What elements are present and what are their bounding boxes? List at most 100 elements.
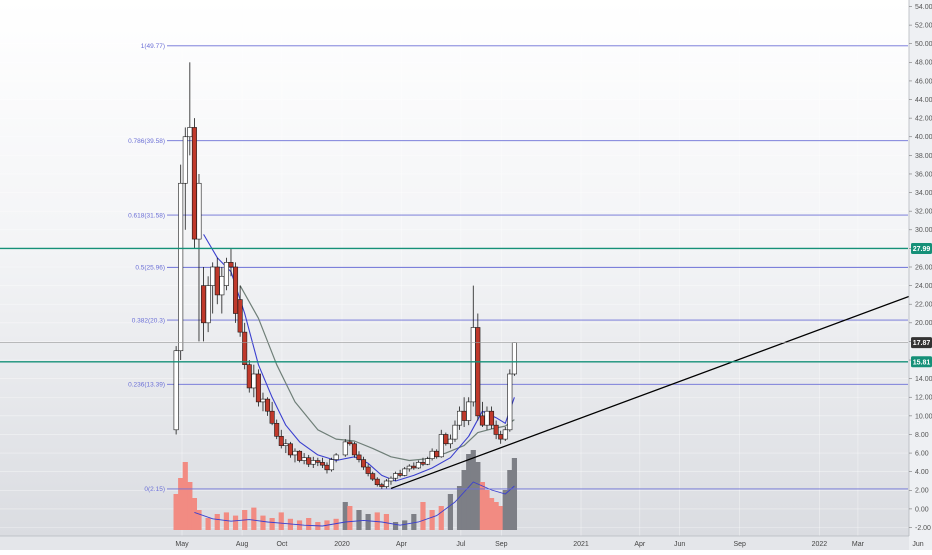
candle-body (187, 127, 193, 138)
y-tick-label: 4.00 (915, 469, 929, 476)
volume-bar (475, 462, 481, 530)
candle-body (287, 443, 293, 456)
candle-body (315, 460, 321, 463)
y-tick-label: 14.00 (915, 376, 932, 383)
candle-body (324, 464, 330, 471)
volume-bar (278, 512, 284, 530)
candle-body (219, 276, 225, 296)
fib-level-label: 0.5(25.96) (135, 265, 165, 272)
candle-body (393, 473, 399, 479)
volume-bar (205, 518, 211, 530)
volume-bar (402, 520, 408, 530)
candle-body (370, 473, 376, 480)
y-tick-label: 8.00 (915, 432, 929, 439)
y-tick-label: 30.00 (915, 227, 932, 234)
x-tick-label: Mar (852, 541, 865, 548)
y-tick-label: 10.00 (915, 413, 932, 420)
horizontal-lines[interactable]: 27.99 15.81 17.87 (0, 242, 932, 368)
candle-body (356, 454, 362, 460)
candle-body (484, 410, 490, 426)
y-tick-label: 12.00 (915, 395, 932, 402)
y-tick-label: 34.00 (915, 190, 932, 197)
candle-body (498, 434, 504, 440)
volume-bar (502, 490, 508, 530)
volume-bar (420, 502, 426, 530)
candle-body (255, 373, 261, 403)
candle-body (361, 459, 367, 468)
candle-body (411, 465, 417, 469)
candle-body (388, 477, 394, 482)
volume-bar (456, 486, 463, 530)
y-tick-label: 50.00 (915, 41, 932, 48)
volume-bar (411, 514, 417, 530)
volume-bar (214, 514, 220, 530)
volume-bar (191, 498, 198, 530)
candle-body (511, 342, 517, 375)
y-tick-label: 32.00 (915, 209, 932, 216)
y-tick-label: 46.00 (915, 78, 932, 85)
volume-bar (511, 458, 518, 530)
volume-bar (232, 515, 239, 530)
candle-body (201, 285, 207, 324)
fib-level-label: 0.236(13.39) (128, 382, 165, 389)
axes: 54.00 52.00 50.00 48.00 46.00 44.00 42.00 40.00… (0, 0, 932, 550)
y-tick-label: 20.00 (915, 320, 932, 327)
candle-body (228, 262, 234, 268)
y-tick-label: 26.00 (915, 264, 932, 271)
candle-body (429, 450, 435, 459)
price-badge-label: 27.99 (913, 246, 931, 253)
x-tick-label: Oct (276, 541, 287, 548)
candle-body (210, 266, 216, 286)
candle-body (457, 410, 463, 426)
candle-body (297, 450, 303, 461)
volume-bar (438, 506, 444, 530)
x-tick-label: Jun (912, 541, 923, 548)
volume-bar (429, 510, 435, 530)
x-tick-label: Sep (733, 541, 746, 548)
candle-body (269, 410, 275, 424)
candle-body (420, 462, 426, 465)
volume-bar (260, 515, 266, 530)
volume-bar (251, 507, 257, 530)
y-tick-label: 52.00 (915, 23, 932, 30)
y-tick-label: 44.00 (915, 97, 932, 104)
candle-body (292, 450, 298, 456)
fibonacci-levels[interactable]: 1(49.77) 0.786(39.58) 0.618(31.58) 0.5(25.9… (128, 43, 908, 493)
volume-bar (306, 518, 312, 530)
candle-body (379, 484, 385, 487)
x-tick-label: 2022 (812, 541, 828, 548)
candle-body (374, 478, 380, 486)
volume-bar (493, 502, 499, 530)
candle-body (265, 398, 271, 412)
candle-body (397, 473, 403, 476)
volume-bar (383, 514, 390, 530)
candle-body (466, 401, 472, 421)
candle-body (383, 480, 389, 487)
y-tick-label: -2.00 (915, 525, 931, 532)
candle-body (425, 458, 431, 465)
candle-body (310, 460, 316, 465)
volume-bar (269, 518, 275, 530)
volume-bar (333, 518, 339, 530)
fib-level-label: 0(2.15) (144, 486, 165, 493)
fib-level-label: 0.786(39.58) (128, 138, 165, 145)
volume-bar (182, 462, 188, 530)
x-tick-label: Aug (236, 541, 249, 548)
candle-body (342, 441, 348, 456)
candle-body (191, 127, 197, 240)
candle-body (479, 415, 485, 426)
candle-body (406, 465, 412, 470)
candle-body (251, 373, 257, 389)
candle-body (223, 262, 229, 286)
candle-body (278, 436, 284, 446)
candle-body (347, 441, 353, 445)
candle-body (461, 410, 467, 421)
candle-body (475, 327, 481, 417)
y-tick-label: 0.00 (915, 506, 929, 513)
y-tick-label: 42.00 (915, 116, 932, 123)
candle-body (205, 285, 211, 324)
fast-ma-line (203, 234, 515, 482)
x-tick-label: 2020 (334, 541, 350, 548)
x-tick-label: 2021 (573, 541, 589, 548)
candle-body (283, 443, 289, 446)
